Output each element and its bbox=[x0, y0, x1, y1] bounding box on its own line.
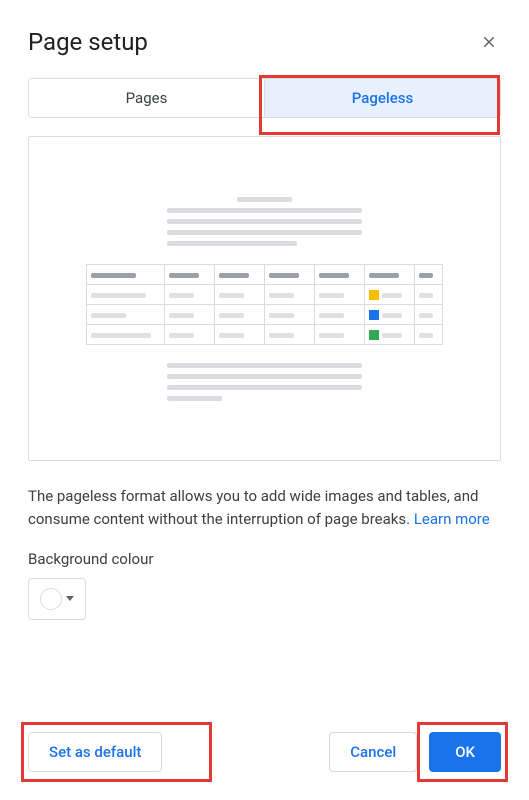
close-icon bbox=[480, 33, 498, 51]
dialog-footer: Set as default Cancel OK bbox=[28, 732, 501, 772]
preview-panel bbox=[28, 136, 501, 461]
tab-pageless[interactable]: Pageless bbox=[265, 79, 500, 117]
colour-swatch-white bbox=[40, 588, 62, 610]
cancel-button[interactable]: Cancel bbox=[329, 732, 417, 772]
preview-table bbox=[86, 264, 443, 345]
tab-pages[interactable]: Pages bbox=[29, 79, 265, 117]
background-colour-picker[interactable] bbox=[28, 578, 86, 620]
description-text: The pageless format allows you to add wi… bbox=[28, 485, 501, 532]
preview-text-bottom bbox=[167, 363, 362, 401]
ok-button[interactable]: OK bbox=[429, 732, 501, 772]
tabs-container: Pages Pageless bbox=[28, 78, 501, 118]
chevron-down-icon bbox=[66, 596, 74, 601]
background-colour-label: Background colour bbox=[28, 550, 501, 568]
close-button[interactable] bbox=[477, 30, 501, 54]
learn-more-link[interactable]: Learn more bbox=[414, 510, 490, 528]
dialog-title: Page setup bbox=[28, 28, 148, 56]
preview-text-top bbox=[167, 197, 362, 246]
set-as-default-button[interactable]: Set as default bbox=[28, 732, 162, 772]
